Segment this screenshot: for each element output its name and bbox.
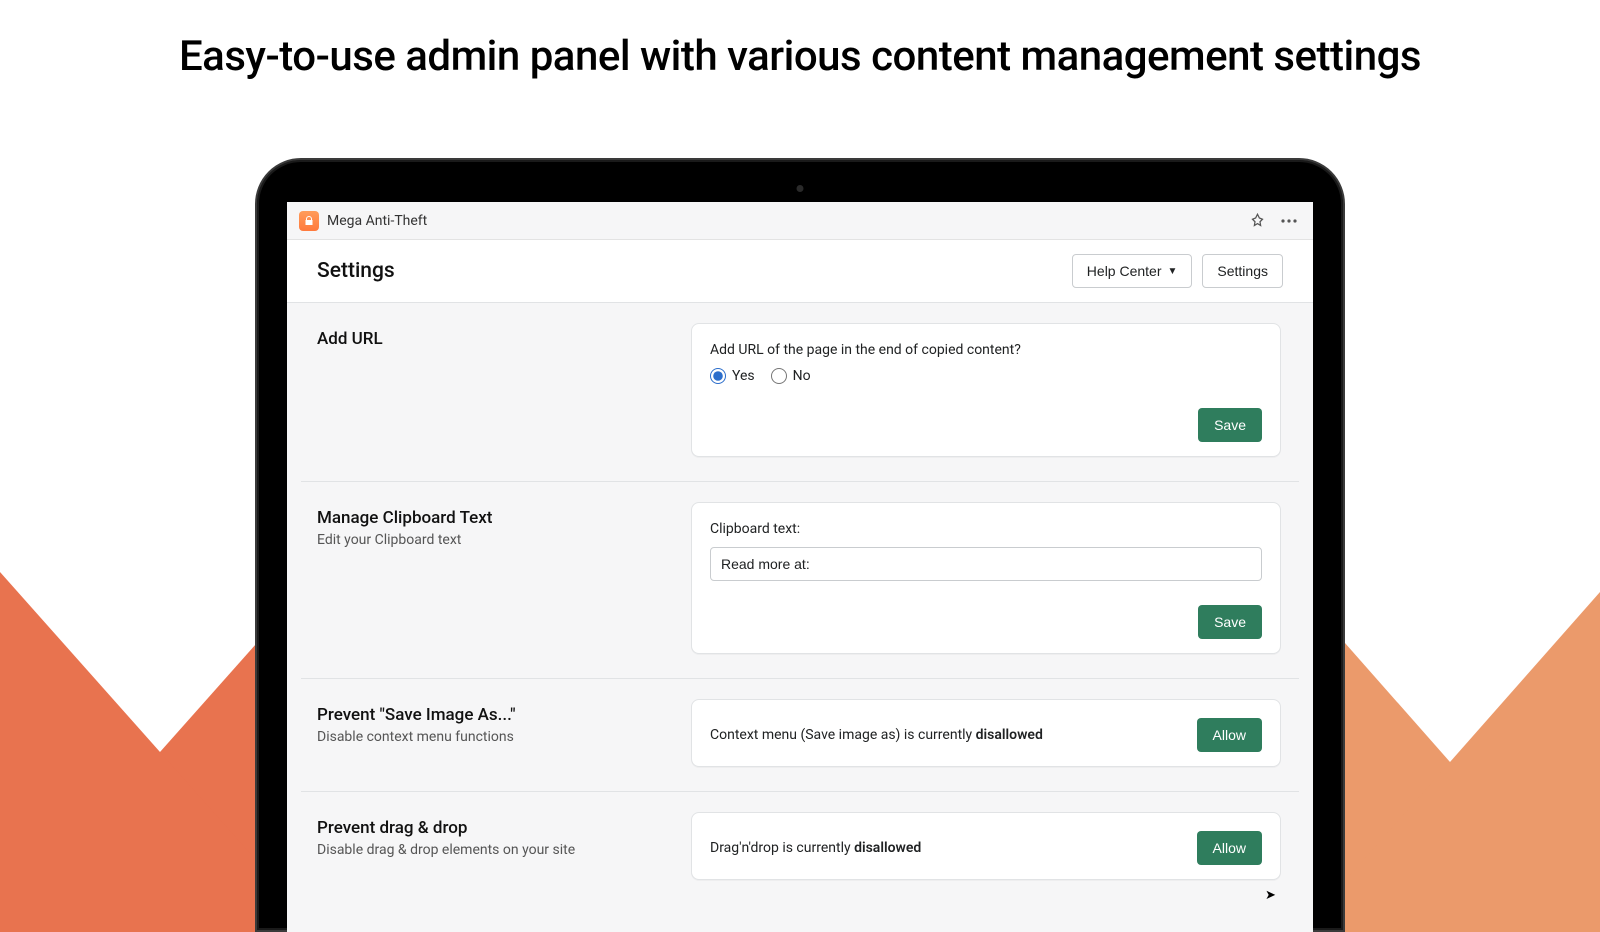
add-url-save-button[interactable]: Save (1198, 408, 1262, 442)
section-drag-drop: Prevent drag & drop Disable drag & drop … (301, 792, 1299, 904)
decor-triangle-right (1300, 592, 1600, 932)
radio-yes[interactable]: Yes (710, 368, 755, 384)
more-icon[interactable] (1277, 209, 1301, 233)
drag-drop-allow-button[interactable]: Allow (1197, 831, 1262, 865)
clipboard-title: Manage Clipboard Text (317, 508, 675, 528)
clipboard-subtitle: Edit your Clipboard text (317, 532, 675, 548)
drag-drop-subtitle: Disable drag & drop elements on your sit… (317, 842, 675, 858)
app-lock-icon (299, 211, 319, 231)
section-clipboard: Manage Clipboard Text Edit your Clipboar… (301, 482, 1299, 679)
page-header: Settings Help Center ▼ Settings (287, 240, 1313, 303)
save-image-title: Prevent "Save Image As..." (317, 705, 675, 725)
chevron-down-icon: ▼ (1168, 266, 1178, 277)
drag-drop-title: Prevent drag & drop (317, 818, 675, 838)
save-image-card: Context menu (Save image as) is currentl… (691, 699, 1281, 767)
add-url-title: Add URL (317, 329, 675, 349)
save-image-status-value: disallowed (976, 727, 1043, 743)
clipboard-label: Clipboard text: (710, 521, 1262, 537)
app-bar: Mega Anti-Theft (287, 202, 1313, 240)
clipboard-card: Clipboard text: Save (691, 502, 1281, 654)
help-center-button[interactable]: Help Center ▼ (1072, 254, 1193, 288)
section-save-image: Prevent "Save Image As..." Disable conte… (301, 679, 1299, 792)
save-image-allow-button[interactable]: Allow (1197, 718, 1262, 752)
page-title: Settings (317, 259, 395, 283)
radio-yes-label: Yes (732, 368, 755, 384)
save-image-subtitle: Disable context menu functions (317, 729, 675, 745)
pin-icon[interactable] (1245, 209, 1269, 233)
radio-no-input[interactable] (771, 368, 787, 384)
app-title: Mega Anti-Theft (327, 213, 427, 229)
marketing-headline: Easy-to-use admin panel with various con… (0, 32, 1600, 81)
laptop-frame: Mega Anti-Theft Settings Help Center ▼ S… (255, 158, 1345, 932)
radio-no-label: No (793, 368, 811, 384)
camera-dot (797, 185, 804, 192)
save-image-status-prefix: Context menu (Save image as) is currentl… (710, 727, 976, 743)
settings-button[interactable]: Settings (1202, 254, 1283, 288)
drag-drop-status: Drag'n'drop is currently disallowed (710, 840, 1185, 856)
help-center-label: Help Center (1087, 263, 1162, 279)
radio-yes-input[interactable] (710, 368, 726, 384)
clipboard-save-button[interactable]: Save (1198, 605, 1262, 639)
drag-drop-status-value: disallowed (854, 840, 921, 856)
section-add-url: Add URL Add URL of the page in the end o… (301, 303, 1299, 482)
add-url-question: Add URL of the page in the end of copied… (710, 342, 1262, 358)
clipboard-input[interactable] (710, 547, 1262, 581)
drag-drop-status-prefix: Drag'n'drop is currently (710, 840, 854, 856)
radio-no[interactable]: No (771, 368, 811, 384)
add-url-card: Add URL of the page in the end of copied… (691, 323, 1281, 457)
save-image-status: Context menu (Save image as) is currentl… (710, 727, 1185, 743)
drag-drop-card: Drag'n'drop is currently disallowed Allo… (691, 812, 1281, 880)
